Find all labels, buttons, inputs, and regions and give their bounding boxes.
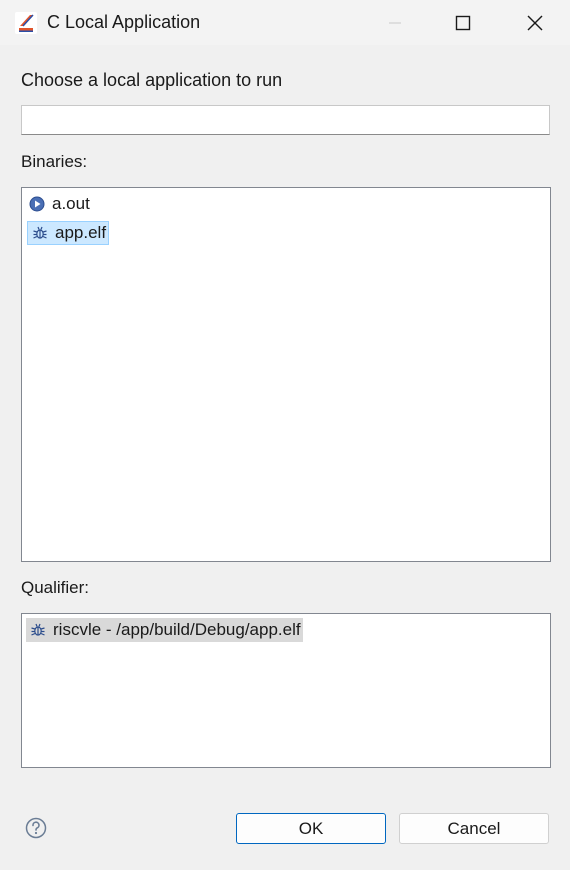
minimize-icon: [389, 22, 401, 23]
minimize-button[interactable]: [360, 0, 430, 45]
run-icon: [29, 196, 45, 212]
filter-input[interactable]: [21, 105, 550, 135]
eclipse-cdt-app-icon: [15, 12, 37, 34]
binary-item-label: app.elf: [55, 223, 107, 242]
binary-item-label: a.out: [52, 194, 90, 213]
binaries-label: Binaries:: [21, 152, 88, 171]
binary-item-app-elf[interactable]: app.elf: [27, 221, 110, 245]
window-title: C Local Application: [47, 12, 201, 32]
dialog-prompt: Choose a local application to run: [21, 70, 283, 90]
binary-item-a-out[interactable]: a.out: [25, 192, 92, 216]
help-icon[interactable]: [25, 817, 47, 839]
qualifier-item-label: riscvle - /app/build/Debug/app.elf: [53, 620, 301, 639]
close-button[interactable]: [500, 0, 570, 45]
qualifier-item[interactable]: riscvle - /app/build/Debug/app.elf: [26, 618, 303, 642]
close-icon: [527, 15, 543, 30]
debug-bug-icon: [33, 226, 47, 239]
binaries-list[interactable]: a.out app.elf: [21, 187, 551, 562]
maximize-button[interactable]: [428, 0, 498, 45]
title-bar: C Local Application: [0, 0, 570, 45]
ok-button[interactable]: OK: [236, 813, 386, 844]
debug-bug-icon: [31, 623, 45, 636]
maximize-icon: [455, 15, 471, 30]
qualifier-label: Qualifier:: [21, 578, 90, 597]
cancel-button[interactable]: Cancel: [399, 813, 549, 844]
qualifier-list[interactable]: riscvle - /app/build/Debug/app.elf: [21, 613, 551, 768]
